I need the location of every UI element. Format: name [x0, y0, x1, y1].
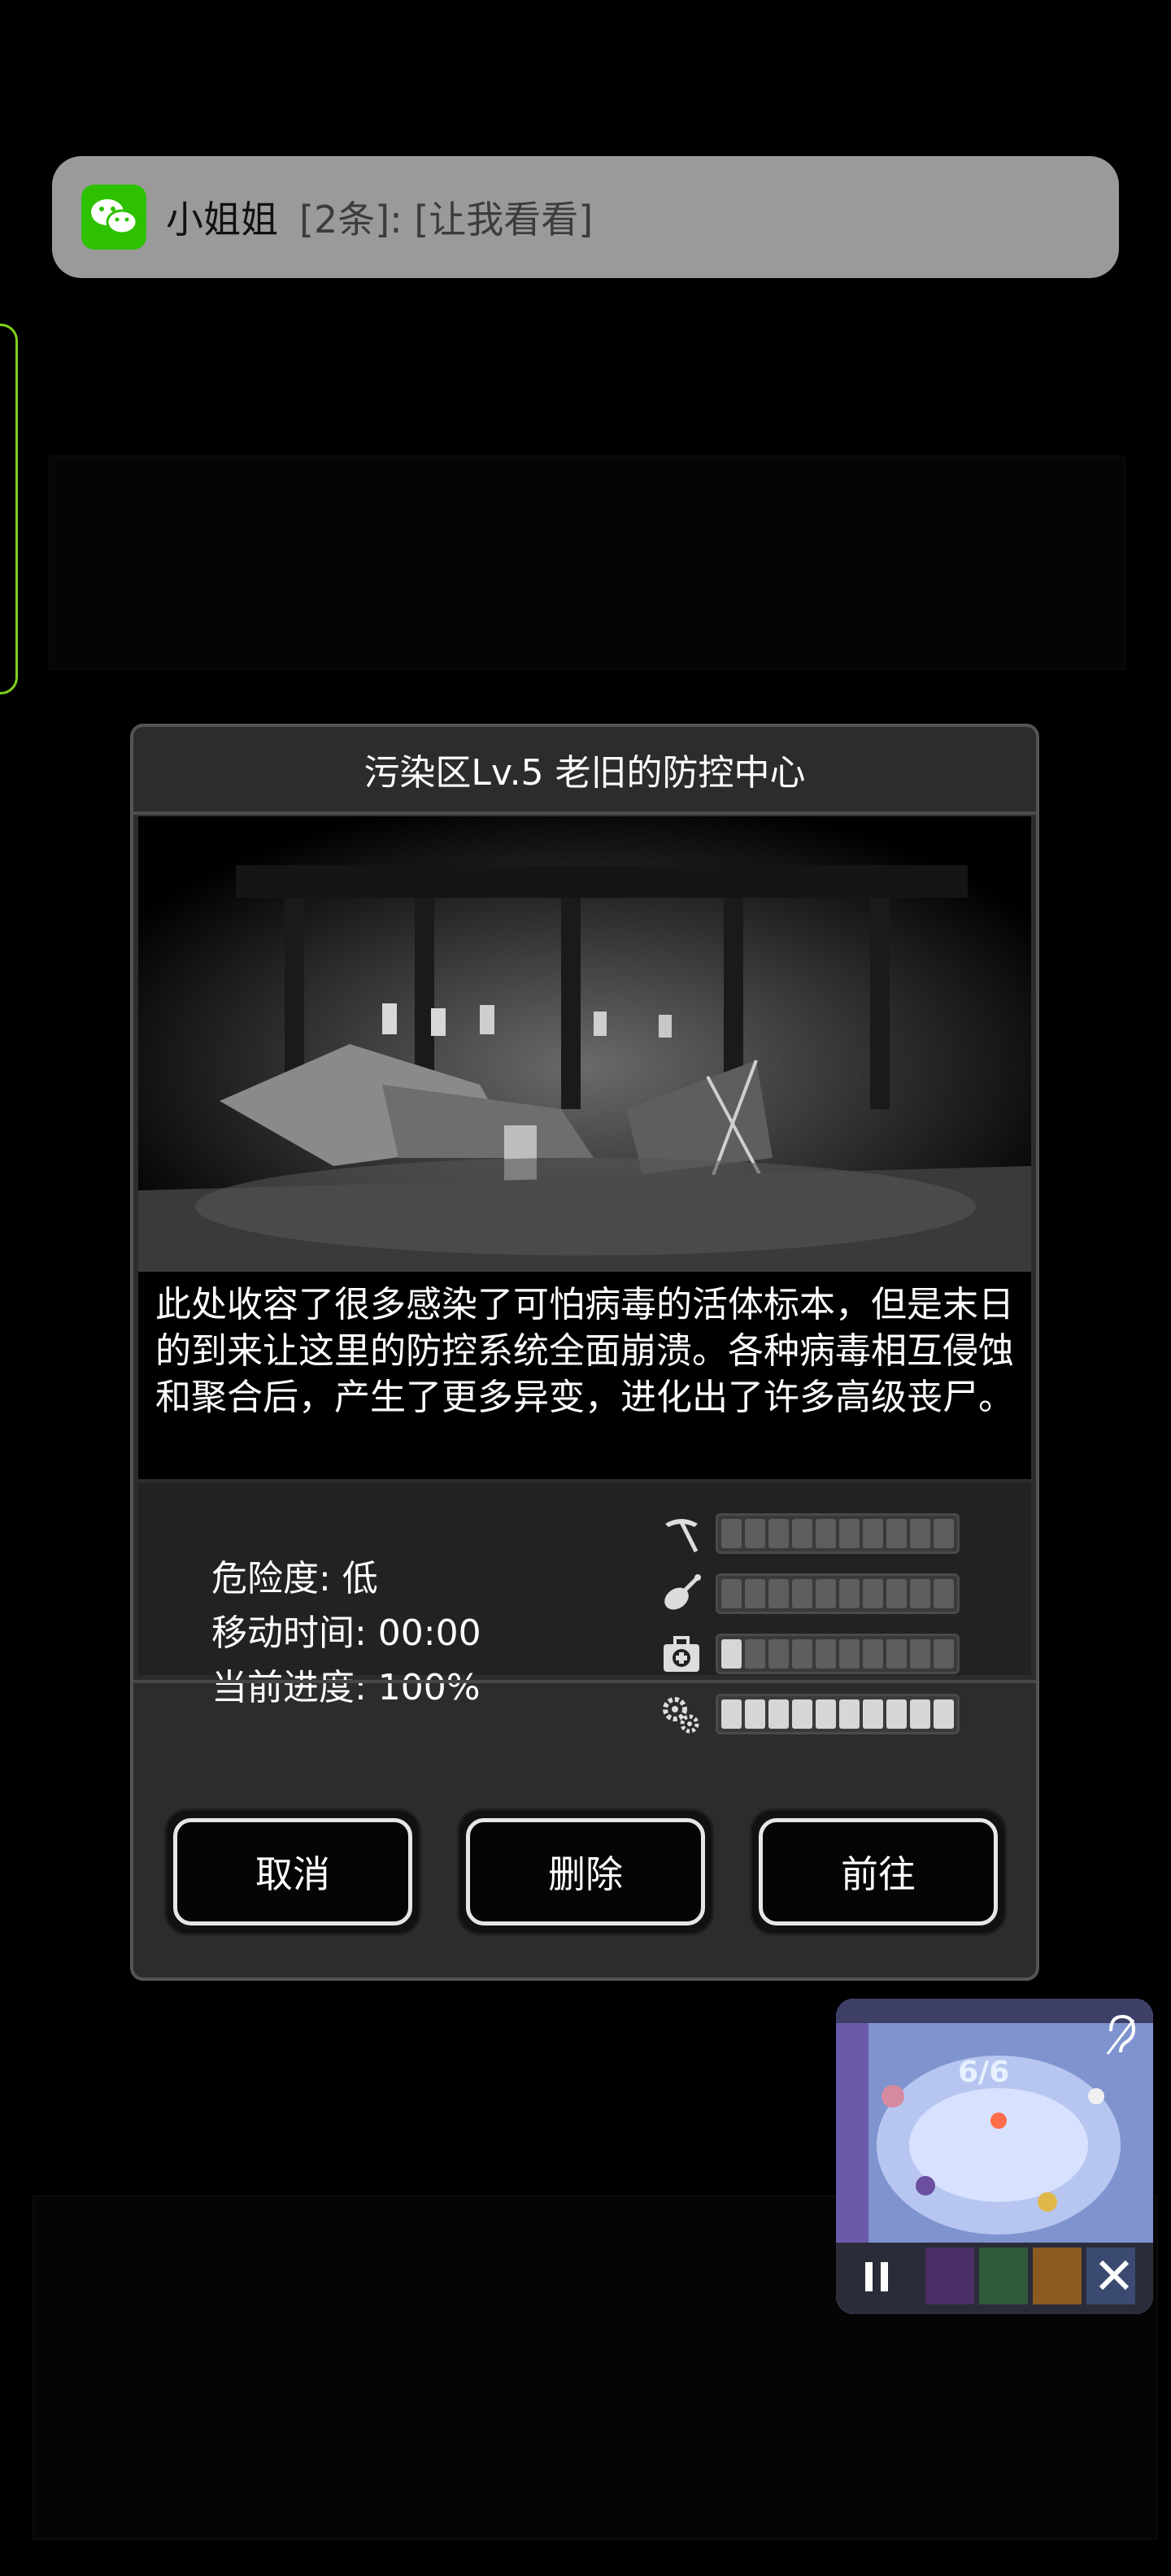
bar-segment [721, 1639, 742, 1669]
bar-segment [816, 1639, 836, 1669]
bar-segment [721, 1579, 742, 1608]
pause-icon[interactable] [860, 2259, 893, 2298]
bar-segment [745, 1579, 765, 1608]
cancel-button[interactable]: 取消 [173, 1818, 412, 1925]
go-button[interactable]: 前往 [759, 1818, 998, 1925]
bar-segment [886, 1639, 907, 1669]
bar-segment [886, 1519, 907, 1548]
stat-lines: 危险度: 低 移动时间: 00:00 当前进度: 100% [211, 1551, 481, 1715]
gears-icon [659, 1691, 704, 1737]
bar-segment [863, 1579, 883, 1608]
medkit-icon [659, 1631, 704, 1677]
bar-segment [721, 1519, 742, 1548]
bar-segment [839, 1639, 860, 1669]
danger-level: 危险度: 低 [211, 1558, 378, 1599]
background-panel [49, 455, 1125, 670]
current-progress: 当前进度: 100% [211, 1667, 481, 1708]
close-icon[interactable] [1096, 2257, 1132, 2296]
bar-segment [934, 1519, 954, 1548]
bar-segment [768, 1699, 789, 1729]
bar-segment [863, 1699, 883, 1729]
travel-time: 移动时间: 00:00 [211, 1612, 481, 1654]
resource-bar-materials [659, 1511, 960, 1556]
bar-segment [886, 1699, 907, 1729]
bar-segment [839, 1579, 860, 1608]
bar-segment [910, 1519, 930, 1548]
bar-segment [934, 1699, 954, 1729]
bar-segment [863, 1519, 883, 1548]
bar-segment [839, 1519, 860, 1548]
bar-segment [745, 1639, 765, 1669]
resource-bar [716, 1634, 960, 1674]
bar-segment [816, 1579, 836, 1608]
zone-dialog: 污染区Lv.5 老旧的防控中心 此处收容了很多感染了可怕病毒的活体标本，但是末日… [130, 724, 1039, 1981]
bar-segment [910, 1639, 930, 1669]
dialog-divider [133, 1680, 1036, 1683]
dialog-title: 污染区Lv.5 老旧的防控中心 [133, 727, 1036, 815]
resource-bar [716, 1573, 960, 1614]
bar-segment [863, 1639, 883, 1669]
notification-sender: 小姐姐 [166, 198, 278, 242]
bar-segment [792, 1639, 812, 1669]
pip-video-window[interactable]: 6/6 [836, 1999, 1153, 2314]
bar-segment [816, 1519, 836, 1548]
bar-segment [910, 1579, 930, 1608]
delete-button[interactable]: 删除 [466, 1818, 705, 1925]
drumstick-icon [659, 1571, 704, 1617]
ruined-facility-image [138, 816, 1031, 1272]
cancel-button-frame: 取消 [164, 1808, 421, 1935]
ear-icon[interactable] [1103, 2013, 1138, 2060]
wechat-notification[interactable]: 小姐姐 [2条]: [让我看看] [52, 156, 1119, 278]
bar-segment [745, 1519, 765, 1548]
resource-bar [716, 1694, 960, 1734]
bar-segment [792, 1579, 812, 1608]
go-button-frame: 前往 [750, 1808, 1007, 1935]
zone-info-panel: 此处收容了很多感染了可怕病毒的活体标本，但是末日的到来让这里的防控系统全面崩溃。… [138, 816, 1031, 1479]
bar-segment [768, 1579, 789, 1608]
bar-segment [910, 1699, 930, 1729]
bar-segment [768, 1639, 789, 1669]
notification-message: [2条]: [让我看看] [299, 198, 594, 242]
bar-segment [792, 1699, 812, 1729]
zone-description: 此处收容了很多感染了可怕病毒的活体标本，但是末日的到来让这里的防控系统全面崩溃。… [155, 1284, 1014, 1418]
pickaxe-icon [659, 1511, 704, 1556]
resource-bar-parts [659, 1691, 960, 1737]
delete-button-frame: 删除 [457, 1808, 714, 1935]
side-drawer-handle[interactable] [0, 324, 18, 694]
resource-bar-food [659, 1571, 960, 1617]
resource-bar [716, 1513, 960, 1554]
zone-stats-panel: 危险度: 低 移动时间: 00:00 当前进度: 100% [138, 1483, 1031, 1734]
resource-bar-medicine [659, 1631, 960, 1677]
bar-segment [768, 1519, 789, 1548]
bar-segment [721, 1699, 742, 1729]
bar-segment [934, 1639, 954, 1669]
bar-segment [745, 1699, 765, 1729]
bar-segment [792, 1519, 812, 1548]
wechat-icon [81, 185, 146, 250]
bar-segment [934, 1579, 954, 1608]
pip-score: 6/6 [958, 2056, 1010, 2089]
bar-segment [839, 1699, 860, 1729]
bar-segment [816, 1699, 836, 1729]
bar-segment [886, 1579, 907, 1608]
